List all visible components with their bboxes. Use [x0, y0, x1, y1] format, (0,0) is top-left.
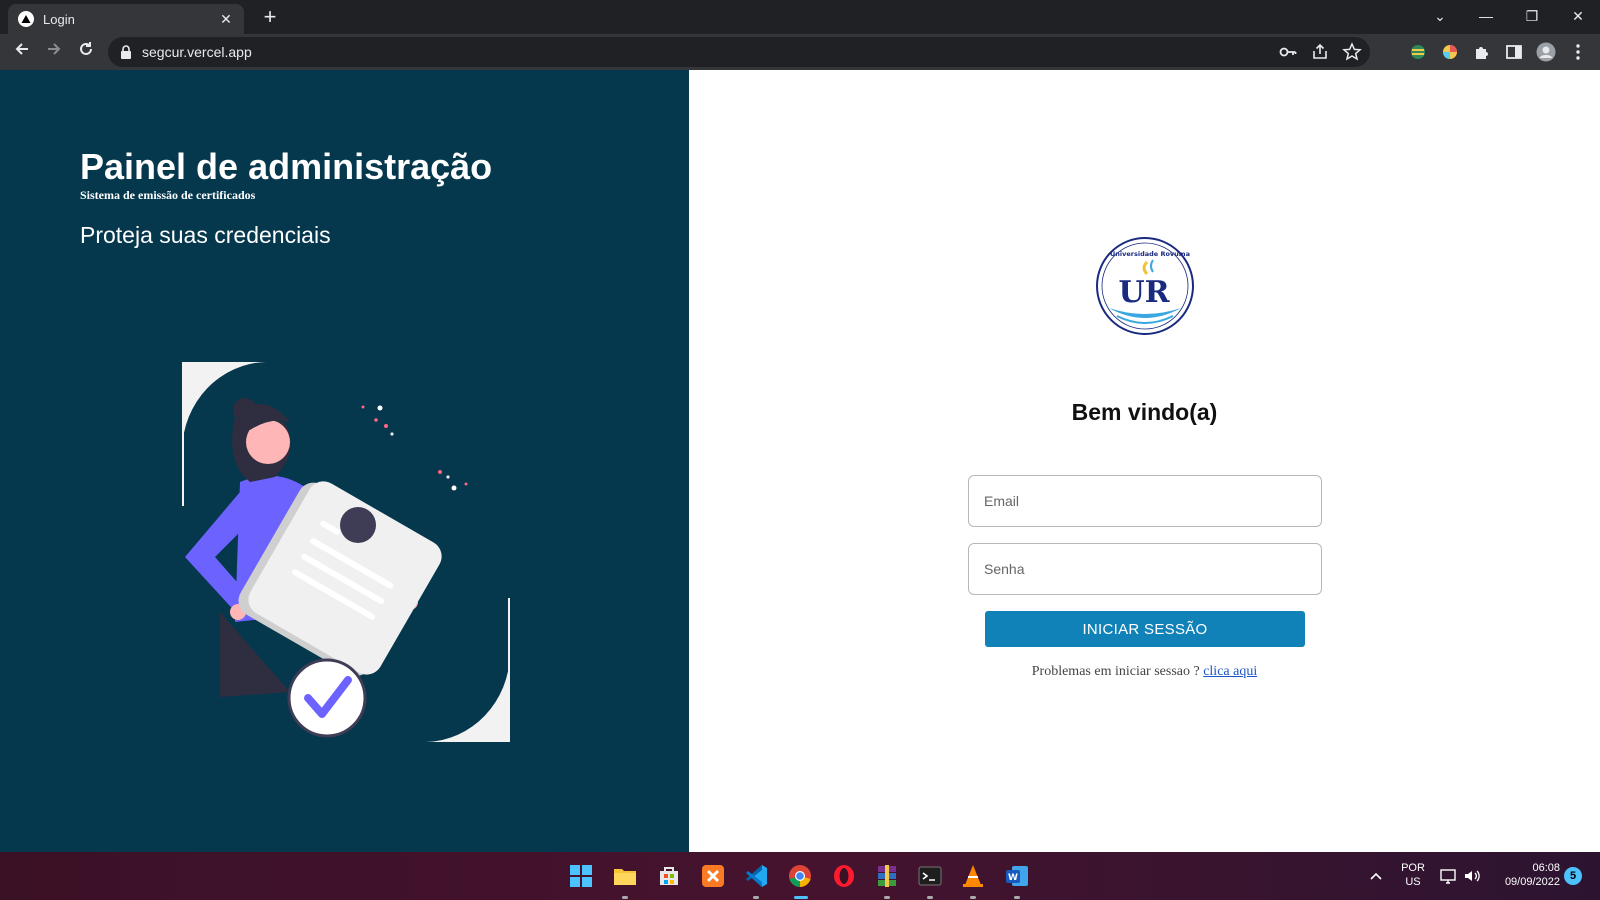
password-field[interactable]	[968, 543, 1322, 595]
forward-arrow-icon[interactable]	[42, 40, 66, 64]
keyboard-layout: US	[1405, 876, 1421, 888]
help-text: Problemas em iniciar sessao ?	[1031, 664, 1204, 679]
password-key-icon[interactable]	[1278, 42, 1298, 62]
network-icon[interactable]	[1438, 866, 1458, 886]
taskbar: W POR US 06:08 09/09/2022 5	[0, 852, 1600, 900]
chrome-icon[interactable]	[786, 862, 814, 890]
word-icon[interactable]: W	[1003, 862, 1031, 890]
universidade-rovuma-logo: UR Universidade Rovuma	[1096, 237, 1194, 335]
terminal-icon[interactable]	[916, 862, 944, 890]
side-panel-icon[interactable]	[1504, 42, 1524, 62]
help-link[interactable]: clica aqui	[1203, 664, 1257, 679]
browser-tab-bar: Login ✕ + ⌄ — ❐ ✕	[0, 0, 1600, 34]
page-title: Painel de administração	[80, 146, 493, 187]
running-indicator	[970, 896, 976, 899]
tab-search-icon[interactable]: ⌄	[1428, 4, 1452, 28]
microsoft-store-icon[interactable]	[655, 862, 683, 890]
notification-badge[interactable]: 5	[1564, 867, 1582, 885]
volume-icon[interactable]	[1462, 866, 1482, 886]
url-text: segcur.vercel.app	[142, 44, 252, 60]
opera-icon[interactable]	[830, 862, 858, 890]
tagline: Proteja suas credenciais	[80, 222, 331, 248]
login-panel: UR Universidade Rovuma Bem vindo(a) INIC…	[689, 70, 1600, 852]
window-close-button[interactable]: ✕	[1566, 4, 1590, 28]
winrar-icon[interactable]	[873, 862, 901, 890]
clock-date: 09/09/2022	[1504, 876, 1560, 888]
reload-icon[interactable]	[74, 40, 98, 64]
windows-start-icon[interactable]	[567, 862, 595, 890]
running-indicator	[622, 896, 628, 899]
vercel-favicon-icon	[18, 11, 34, 27]
extension-globe-icon[interactable]	[1408, 42, 1428, 62]
logo-initials: UR	[1118, 275, 1170, 310]
extensions-puzzle-icon[interactable]	[1472, 42, 1492, 62]
browser-toolbar: segcur.vercel.app	[0, 34, 1600, 70]
browser-tab[interactable]: Login ✕	[8, 4, 244, 34]
language-indicator[interactable]: POR US	[1396, 862, 1430, 888]
help-text-row: Problemas em iniciar sessao ? clica aqui	[689, 664, 1600, 680]
email-field[interactable]	[968, 475, 1322, 527]
restore-button[interactable]: ❐	[1520, 4, 1544, 28]
back-arrow-icon[interactable]	[10, 40, 34, 64]
extension-color-icon[interactable]	[1440, 42, 1460, 62]
xampp-icon[interactable]	[699, 862, 727, 890]
address-bar[interactable]: segcur.vercel.app	[108, 37, 1370, 67]
running-indicator	[1014, 896, 1020, 899]
vlc-icon[interactable]	[959, 862, 987, 890]
clock[interactable]: 06:08 09/09/2022	[1490, 862, 1560, 888]
login-button[interactable]: INICIAR SESSÃO	[985, 611, 1305, 647]
minimize-button[interactable]: —	[1474, 4, 1498, 28]
vscode-icon[interactable]	[742, 862, 770, 890]
svg-text:W: W	[1008, 873, 1018, 883]
page: Painel de administração Sistema de emiss…	[0, 70, 1600, 852]
left-panel: Painel de administração Sistema de emiss…	[0, 70, 689, 852]
active-indicator	[794, 896, 808, 899]
language-code: POR	[1401, 862, 1425, 874]
share-icon[interactable]	[1310, 42, 1330, 62]
browser-menu-icon[interactable]	[1568, 42, 1588, 62]
clock-time: 06:08	[1532, 862, 1560, 874]
file-explorer-icon[interactable]	[611, 862, 639, 890]
chevron-up-icon[interactable]	[1366, 866, 1386, 886]
lock-icon[interactable]	[120, 45, 132, 64]
new-tab-button[interactable]: +	[258, 5, 282, 29]
tab-title: Login	[43, 11, 75, 27]
running-indicator	[753, 896, 759, 899]
profile-avatar[interactable]	[1536, 42, 1556, 62]
running-indicator	[884, 896, 890, 899]
page-subtitle: Sistema de emissão de certificados	[80, 188, 256, 202]
tab-close-icon[interactable]: ✕	[218, 11, 234, 28]
logo-text: Universidade Rovuma	[1110, 250, 1190, 258]
bookmark-star-icon[interactable]	[1342, 42, 1362, 62]
welcome-heading: Bem vindo(a)	[1071, 399, 1218, 425]
certificate-illustration	[182, 362, 510, 742]
running-indicator	[927, 896, 933, 899]
